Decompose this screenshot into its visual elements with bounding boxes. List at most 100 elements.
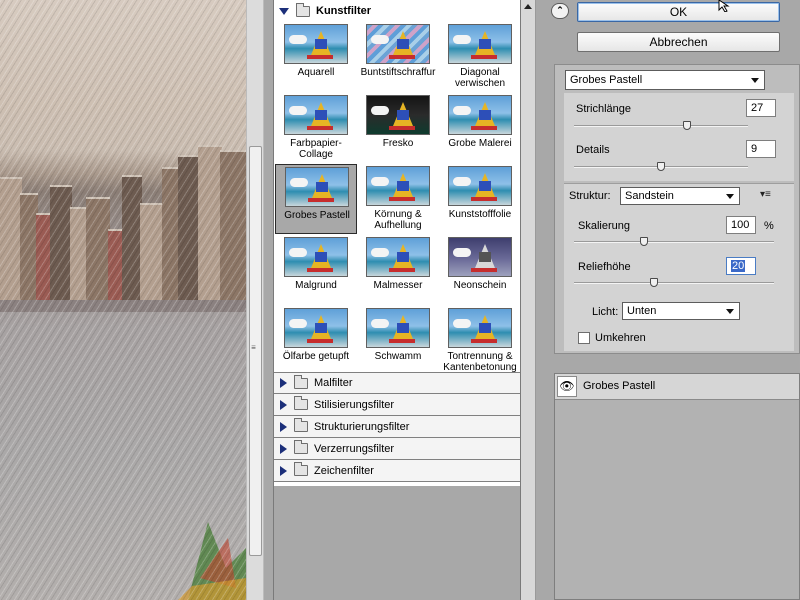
chevron-down-icon	[726, 309, 734, 314]
effect-layers-panel: 👁 Grobes Pastell	[554, 373, 800, 600]
category-label: Verzerrungsfilter	[314, 442, 395, 455]
reliefhoehe-input[interactable]: 20	[726, 257, 756, 275]
filter-thumbnail-label: Malmesser	[373, 280, 423, 291]
filter-thumbnail-image	[284, 308, 348, 348]
skalierung-label: Skalierung	[578, 220, 630, 232]
folder-icon	[296, 2, 310, 17]
chevron-up-icon: ⌃	[556, 5, 564, 15]
filter-thumbnail-image	[366, 166, 430, 206]
filter-thumbnail-label: Fresko	[382, 138, 414, 149]
filter-thumbnail-image	[448, 95, 512, 135]
filter-thumbnail[interactable]: Malgrund	[275, 235, 357, 305]
category-label: Kunstfilter	[316, 5, 371, 17]
filter-thumbnail-label: Malgrund	[295, 280, 337, 291]
filter-thumbnail-image	[366, 95, 430, 135]
filter-dropdown[interactable]: Grobes Pastell	[565, 70, 765, 90]
effect-layer-row[interactable]: 👁 Grobes Pastell	[555, 374, 799, 400]
reliefhoehe-slider[interactable]	[574, 282, 774, 284]
panel-menu-icon[interactable]: ▾≡	[760, 189, 771, 200]
settings-panel: ⌃ OK Abbrechen Grobes Pastell Strichläng…	[537, 0, 800, 600]
filter-thumbnail[interactable]: Schwamm	[357, 306, 439, 376]
collapse-gallery-button[interactable]: ⌃	[551, 3, 569, 19]
filter-thumbnail[interactable]: Farbpapier-Collage	[275, 93, 357, 163]
filter-thumbnail[interactable]: Neonschein	[439, 235, 521, 305]
filter-thumbnail-label: Schwamm	[374, 351, 422, 362]
skalierung-input[interactable]: 100	[726, 216, 756, 234]
licht-label: Licht:	[592, 306, 619, 318]
category-label: Zeichenfilter	[314, 464, 374, 477]
filter-thumbnail[interactable]: Körnung & Aufhellung	[357, 164, 439, 234]
umkehren-checkbox[interactable]	[578, 332, 590, 344]
mouse-pointer-icon	[718, 0, 730, 12]
strichlaenge-slider-knob[interactable]	[683, 121, 692, 130]
skalierung-slider-knob[interactable]	[640, 237, 648, 246]
texture-parameters: Struktur: Sandstein ▾≡ Skalierung 100 % …	[564, 183, 794, 351]
filter-preview-canvas[interactable]	[0, 0, 246, 600]
category-stilisierungsfilter[interactable]: Stilisierungsfilter	[274, 394, 520, 416]
filter-list-scrollbar[interactable]	[521, 0, 536, 600]
category-kunstfilter[interactable]: Kunstfilter	[274, 0, 520, 22]
strichlaenge-slider[interactable]	[574, 125, 748, 127]
filter-thumbnail-image	[448, 24, 512, 64]
filter-thumbnail-label: Grobes Pastell	[284, 210, 350, 221]
triangle-down-icon[interactable]	[279, 7, 289, 15]
filter-thumbnail[interactable]: Ölfarbe getupft	[275, 306, 357, 376]
cancel-button[interactable]: Abbrechen	[577, 32, 780, 52]
filter-thumbnail-image	[366, 308, 430, 348]
filter-thumbnail-image	[284, 237, 348, 277]
filter-thumbnail-grid: Aquarell Buntstiftschraffur Diagonal verwi…	[274, 22, 521, 373]
filter-thumbnail[interactable]: Fresko	[357, 93, 439, 163]
triangle-right-icon[interactable]	[280, 378, 287, 388]
scrollbar-grip-icon: ≡	[251, 343, 256, 352]
filter-thumbnail-label: Diagonal verwischen	[454, 67, 506, 89]
eye-icon[interactable]: 👁	[557, 376, 577, 397]
category-malfilter[interactable]: Malfilter	[274, 372, 520, 394]
preview-scrollbar[interactable]: ≡	[246, 0, 264, 600]
details-slider-knob[interactable]	[657, 162, 665, 171]
filter-thumbnail[interactable]: Tontrennung & Kantenbetonung	[439, 306, 521, 376]
filter-thumbnail[interactable]: Grobe Malerei	[439, 93, 521, 163]
filter-thumbnail-label: Buntstiftschraffur	[360, 67, 436, 78]
filter-thumbnail-image	[285, 167, 349, 207]
filter-thumbnail-label: Aquarell	[297, 67, 335, 78]
strichlaenge-label: Strichlänge	[576, 103, 632, 115]
stroke-parameters: Strichlänge 27 Details 9	[564, 93, 794, 181]
filter-thumbnail-image	[366, 24, 430, 64]
filter-thumbnail-label: Kunststofffolie	[448, 209, 512, 220]
struktur-dropdown[interactable]: Sandstein	[620, 187, 740, 205]
skalierung-slider[interactable]	[574, 241, 774, 243]
filter-thumbnail-label: Ölfarbe getupft	[282, 351, 350, 362]
filter-thumbnail[interactable]: Diagonal verwischen	[439, 22, 521, 92]
ok-button[interactable]: OK	[577, 2, 780, 22]
filter-thumbnail[interactable]: Aquarell	[275, 22, 357, 92]
category-strukturierungsfilter[interactable]: Strukturierungsfilter	[274, 416, 520, 438]
filter-thumbnail-image	[448, 308, 512, 348]
filter-thumbnail-label: Neonschein	[453, 280, 507, 291]
details-input[interactable]: 9	[746, 140, 776, 158]
strichlaenge-input[interactable]: 27	[746, 99, 776, 117]
pastel-texture-overlay	[0, 0, 246, 600]
triangle-right-icon[interactable]	[280, 399, 287, 410]
category-label: Stilisierungsfilter	[314, 398, 395, 411]
filter-thumbnail[interactable]: Buntstiftschraffur	[357, 22, 439, 92]
skalierung-unit: %	[764, 220, 774, 232]
triangle-right-icon[interactable]	[280, 443, 287, 454]
struktur-label: Struktur:	[569, 190, 611, 202]
scroll-up-icon[interactable]	[524, 4, 532, 9]
folder-icon	[294, 418, 308, 432]
triangle-right-icon[interactable]	[280, 465, 287, 476]
category-zeichenfilter[interactable]: Zeichenfilter	[274, 460, 520, 482]
details-label: Details	[576, 144, 610, 156]
category-verzerrungsfilter[interactable]: Verzerrungsfilter	[274, 438, 520, 460]
filter-thumbnail[interactable]: Grobes Pastell	[275, 164, 357, 234]
triangle-right-icon[interactable]	[280, 421, 287, 432]
licht-value: Unten	[627, 305, 657, 317]
licht-dropdown[interactable]: Unten	[622, 302, 740, 320]
filter-thumbnail[interactable]: Kunststofffolie	[439, 164, 521, 234]
filter-thumbnail-image	[448, 237, 512, 277]
reliefhoehe-slider-knob[interactable]	[650, 278, 658, 287]
folder-icon	[294, 462, 308, 476]
filter-list-empty-area	[273, 486, 521, 600]
umkehren-label: Umkehren	[595, 332, 646, 344]
filter-thumbnail[interactable]: Malmesser	[357, 235, 439, 305]
